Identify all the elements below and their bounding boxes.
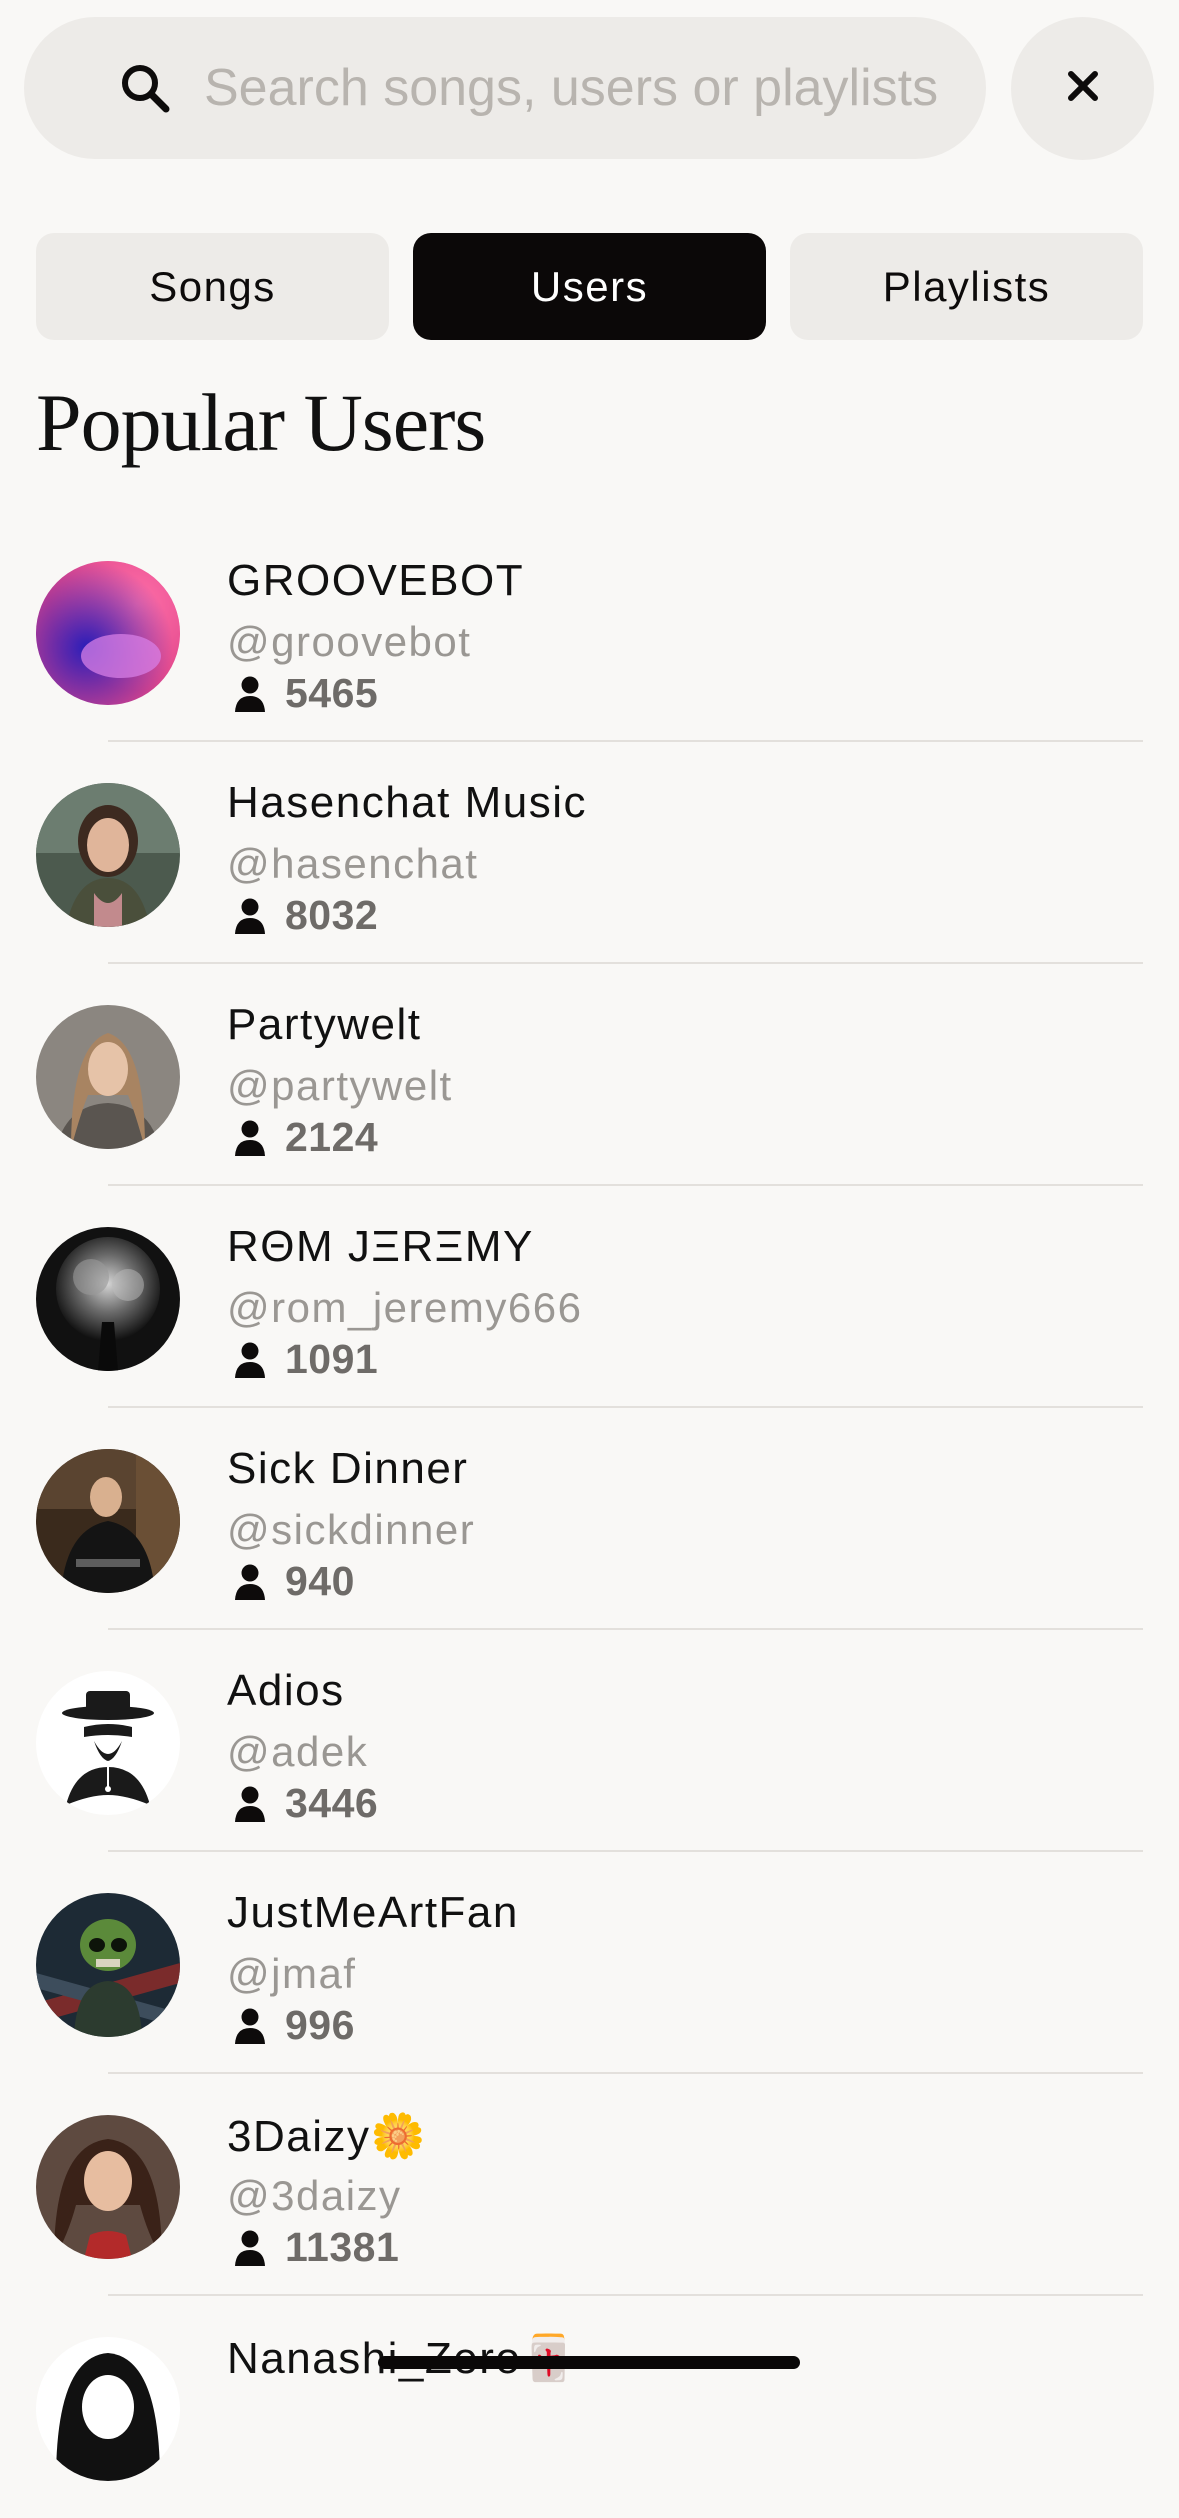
person-icon	[235, 1342, 265, 1378]
user-row[interactable]: GROOVEBOT @groovebot 5465	[0, 520, 1179, 742]
user-name: Sick Dinner	[227, 1444, 469, 1493]
close-button[interactable]	[1011, 17, 1154, 160]
user-row[interactable]: Hasenchat Music @hasenchat 8032	[0, 742, 1179, 964]
user-handle: @3daizy	[227, 2172, 402, 2219]
follower-count-group: 3446	[233, 1780, 378, 1827]
user-handle: @rom_jeremy666	[227, 1284, 583, 1331]
person-icon	[235, 2008, 265, 2044]
follower-count-group: 996	[233, 2002, 355, 2049]
user-row[interactable]: JustMeArtFan @jmaf 996	[0, 1852, 1179, 2074]
avatar	[36, 561, 180, 705]
avatar	[36, 1005, 180, 1149]
user-row[interactable]: RΘM JΞRΞMY @rom_jeremy666 1091	[0, 1186, 1179, 1408]
section-title: Popular Users	[36, 377, 486, 468]
search-icon	[117, 60, 173, 116]
person-icon	[235, 1564, 265, 1600]
follower-count-group: 2124	[233, 1114, 378, 1161]
person-icon	[235, 898, 265, 934]
search-bar[interactable]	[24, 17, 986, 159]
follower-count: 996	[285, 2002, 355, 2048]
follower-count-group: 940	[233, 1558, 355, 1605]
avatar	[36, 1893, 180, 2037]
search-input[interactable]	[204, 48, 986, 128]
follower-count-group: 1091	[233, 1336, 378, 1383]
follower-count: 3446	[285, 1780, 379, 1826]
user-name: RΘM JΞRΞMY	[227, 1222, 534, 1271]
user-row[interactable]: 3Daizy🌼 @3daizy 11381	[0, 2074, 1179, 2296]
follower-count-group: 8032	[233, 892, 378, 939]
follower-count-group: 5465	[233, 670, 378, 717]
user-handle: @groovebot	[227, 618, 472, 665]
avatar	[36, 1227, 180, 1371]
user-handle: @sickdinner	[227, 1506, 476, 1553]
tab-users[interactable]: Users	[413, 233, 766, 340]
follower-count: 940	[285, 1558, 355, 1604]
close-icon	[1066, 69, 1100, 108]
user-row[interactable]: Sick Dinner @sickdinner 940	[0, 1408, 1179, 1630]
follower-count: 5465	[285, 670, 379, 716]
tab-playlists[interactable]: Playlists	[790, 233, 1143, 340]
user-name: JustMeArtFan	[227, 1888, 519, 1937]
user-row[interactable]: Partywelt @partywelt 2124	[0, 964, 1179, 1186]
user-handle: @adek	[227, 1728, 369, 1775]
user-handle: @hasenchat	[227, 840, 479, 887]
user-list: GROOVEBOT @groovebot 5465 Hasenchat Musi…	[0, 520, 1179, 2518]
user-row[interactable]: Adios @adek 3446	[0, 1630, 1179, 1852]
user-name: GROOVEBOT	[227, 556, 525, 605]
person-icon	[235, 1120, 265, 1156]
tab-songs[interactable]: Songs	[36, 233, 389, 340]
home-indicator	[378, 2356, 800, 2369]
user-name: 3Daizy🌼	[227, 2112, 427, 2161]
follower-count: 8032	[285, 892, 379, 938]
user-handle: @jmaf	[227, 1950, 357, 1997]
follower-count: 2124	[285, 1114, 379, 1160]
person-icon	[235, 676, 265, 712]
avatar	[36, 2115, 180, 2259]
follower-count: 11381	[285, 2224, 400, 2270]
follower-count-group: 11381	[233, 2224, 399, 2271]
user-name: Hasenchat Music	[227, 778, 587, 827]
avatar	[36, 2337, 180, 2481]
user-handle: @partywelt	[227, 1062, 453, 1109]
person-icon	[235, 2230, 265, 2266]
user-row[interactable]: Nanashi_Zero🀄	[0, 2296, 1179, 2518]
avatar	[36, 783, 180, 927]
avatar	[36, 1449, 180, 1593]
user-name: Adios	[227, 1666, 345, 1715]
follower-count: 1091	[285, 1336, 379, 1382]
user-name: Partywelt	[227, 1000, 422, 1049]
avatar	[36, 1671, 180, 1815]
person-icon	[235, 1786, 265, 1822]
filter-tabs: Songs Users Playlists	[36, 233, 1143, 340]
